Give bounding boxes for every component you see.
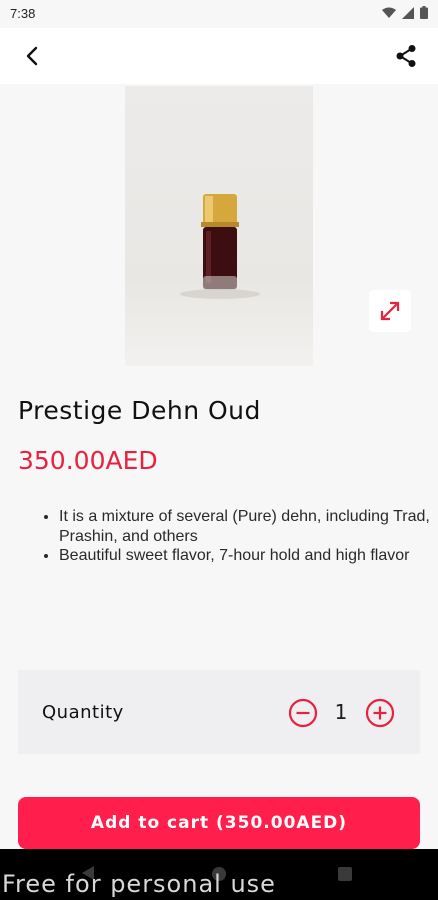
quantity-decrease-button[interactable]	[288, 698, 318, 728]
product-image[interactable]	[125, 86, 313, 366]
quantity-label: Quantity	[42, 702, 124, 723]
share-icon	[396, 45, 416, 67]
back-button[interactable]	[14, 40, 50, 72]
product-price: 350.00AED	[18, 446, 158, 475]
feature-item: It is a mixture of several (Pure) dehn, …	[59, 507, 438, 546]
product-title: Prestige Dehn Oud	[18, 396, 261, 425]
signal-icon	[402, 6, 414, 19]
chevron-left-icon	[26, 46, 38, 66]
status-icons	[382, 6, 428, 19]
wifi-icon	[382, 7, 396, 18]
quantity-increase-button[interactable]	[365, 698, 395, 728]
add-to-cart-button[interactable]: Add to cart (350.00AED)	[18, 797, 420, 849]
share-button[interactable]	[388, 40, 424, 72]
quantity-panel: Quantity 1	[18, 670, 420, 754]
minus-circle-icon	[288, 698, 318, 728]
status-bar: 7:38	[0, 0, 438, 28]
plus-circle-icon	[365, 698, 395, 728]
watermark: Free for personal use	[2, 870, 276, 898]
status-time: 7:38	[10, 6, 36, 21]
feature-item: Beautiful sweet flavor, 7-hour hold and …	[59, 546, 438, 566]
perfume-bottle-image	[180, 194, 260, 299]
feature-list: It is a mixture of several (Pure) dehn, …	[45, 507, 438, 566]
nav-recent-icon[interactable]	[338, 867, 352, 881]
app-bar	[0, 28, 438, 84]
expand-icon	[380, 301, 400, 321]
expand-image-button[interactable]	[369, 290, 411, 332]
quantity-value: 1	[334, 700, 348, 724]
battery-icon	[420, 6, 428, 19]
